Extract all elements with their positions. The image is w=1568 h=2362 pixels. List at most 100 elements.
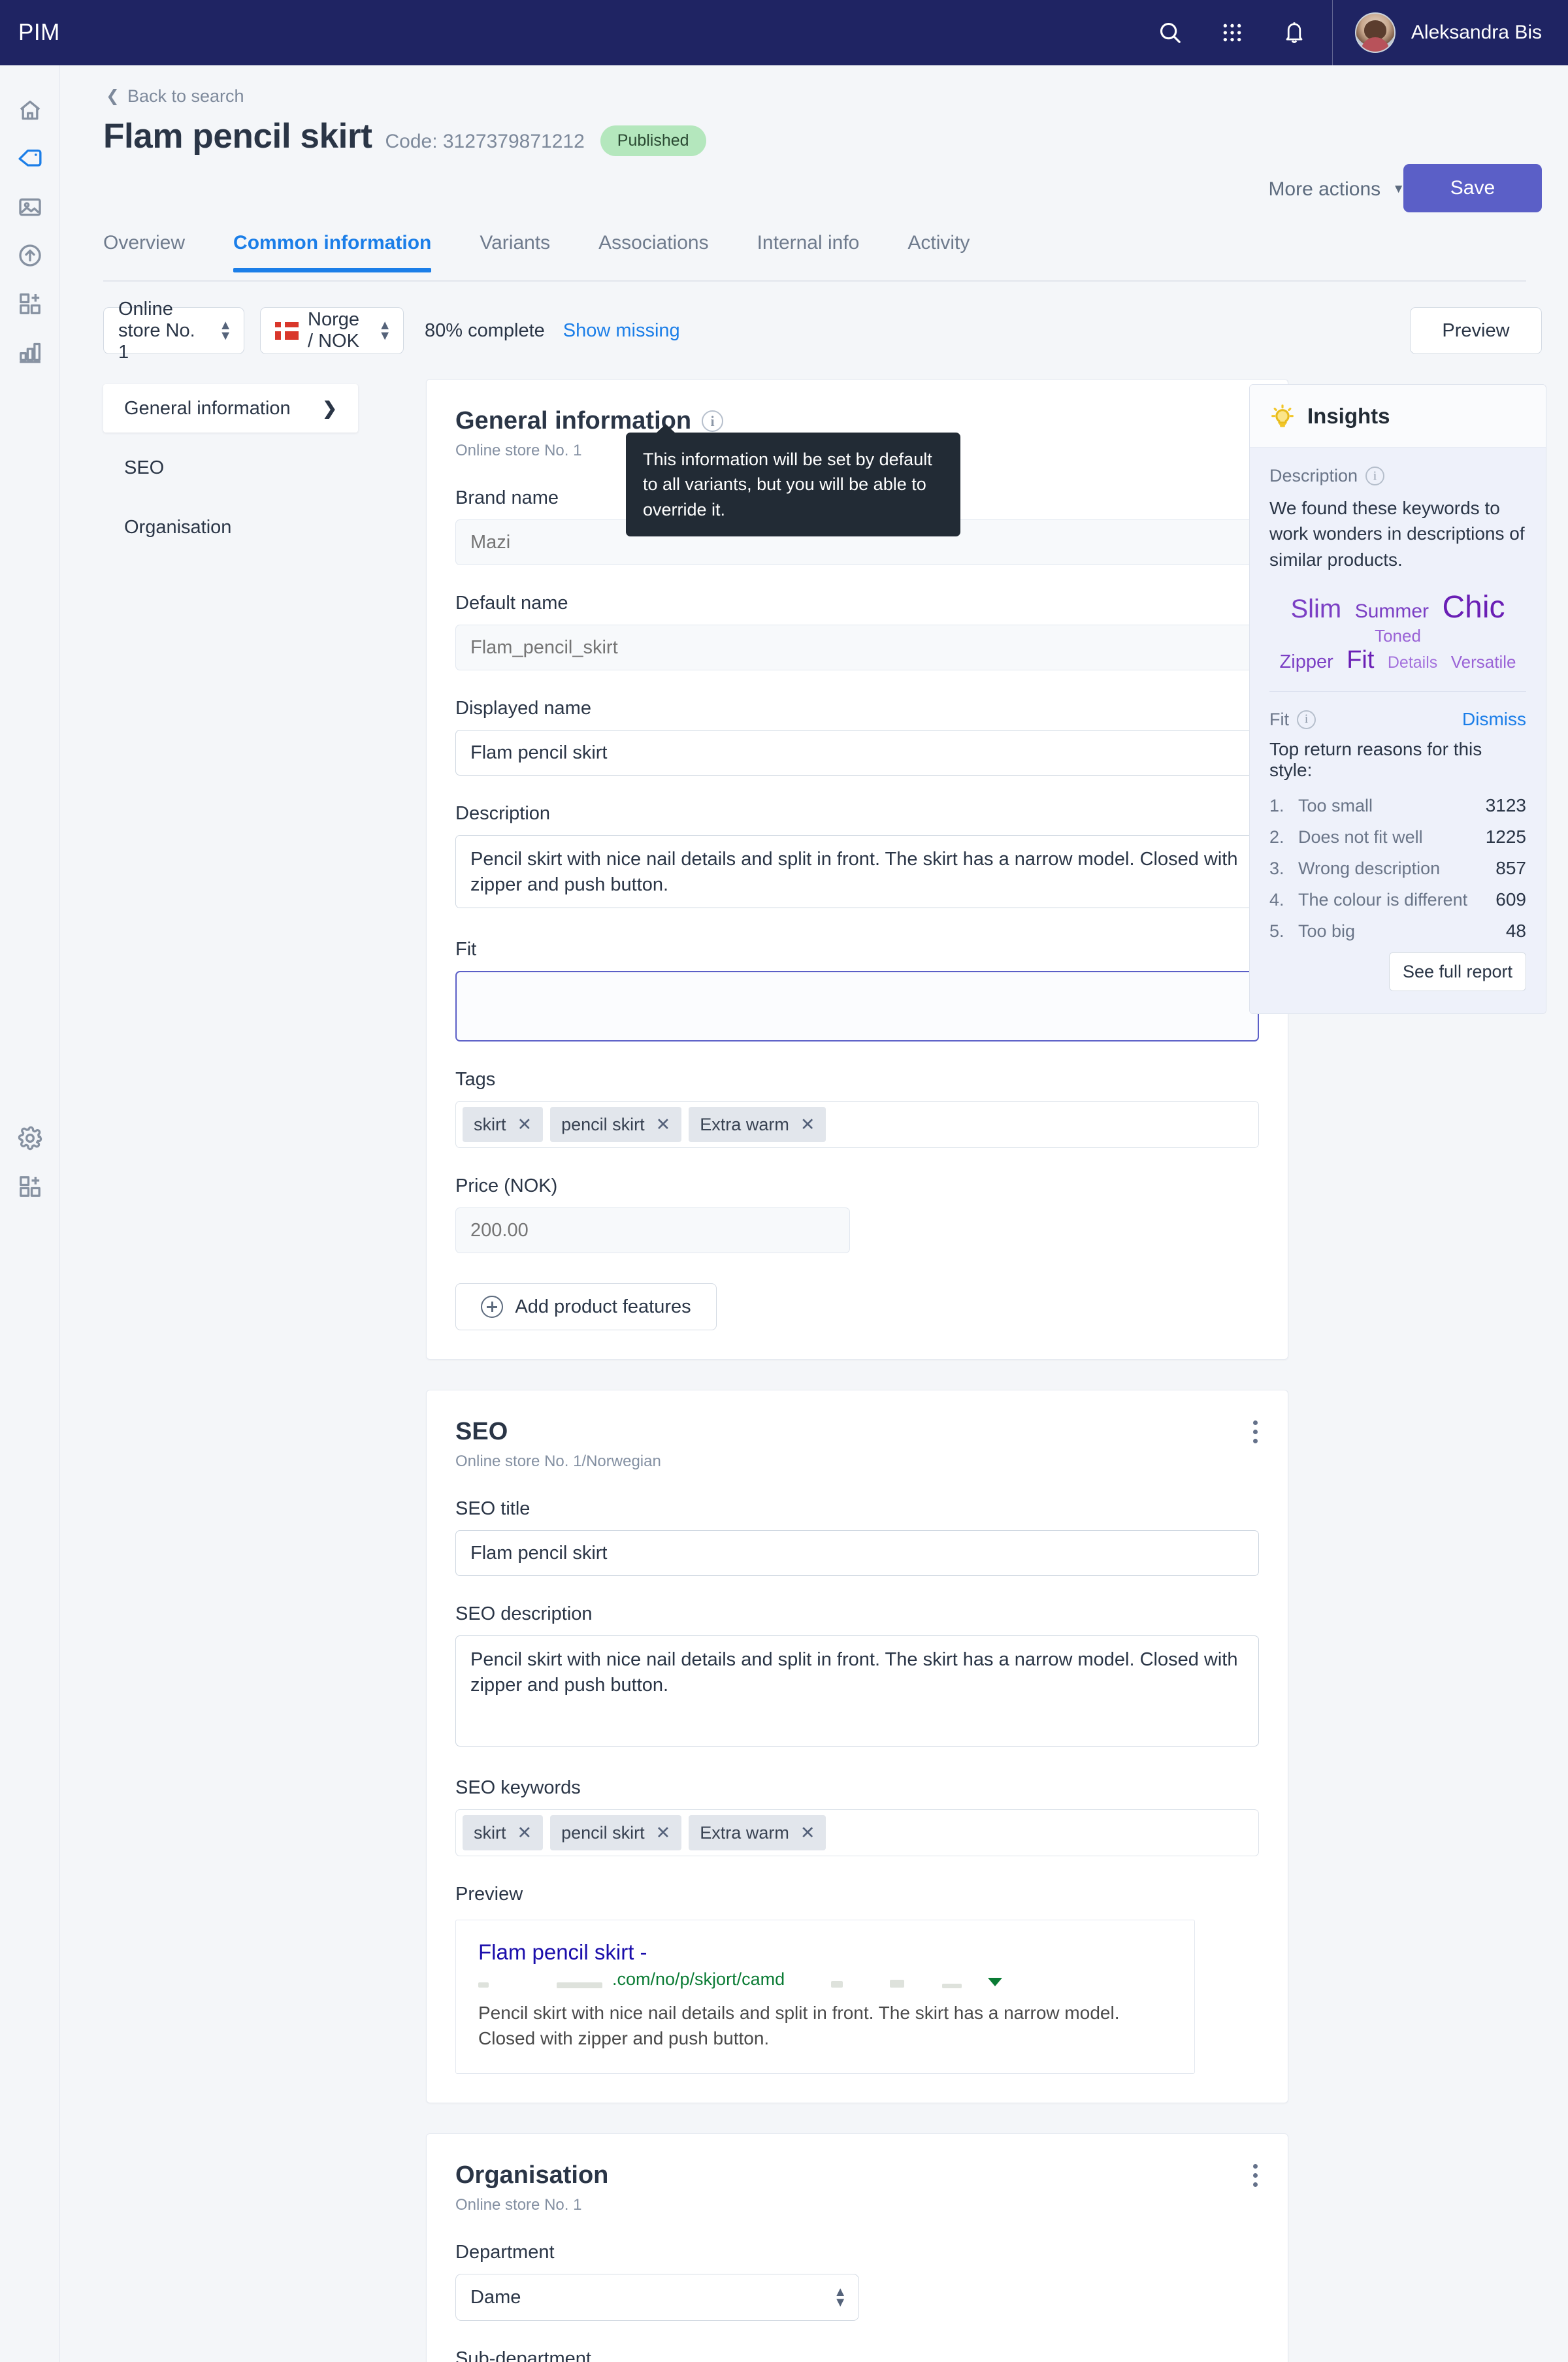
close-icon[interactable]: ✕ <box>800 1823 815 1843</box>
keyword-slim[interactable]: Slim <box>1290 595 1341 623</box>
bell-icon[interactable] <box>1264 0 1326 65</box>
preview-button[interactable]: Preview <box>1410 307 1542 354</box>
fit-label: Fit <box>455 939 1259 960</box>
tags-input[interactable]: skirt✕ pencil skirt✕ Extra warm✕ <box>455 1101 1259 1148</box>
tab-associations[interactable]: Associations <box>598 232 708 271</box>
apps-grid-icon[interactable] <box>1201 0 1264 65</box>
plus-circle-icon <box>481 1296 503 1318</box>
keyword-summer[interactable]: Summer <box>1355 600 1429 622</box>
seo-description-textarea[interactable] <box>455 1635 1259 1747</box>
main-column: General information i Online store No. 1… <box>426 379 1288 2362</box>
close-icon[interactable]: ✕ <box>800 1115 815 1135</box>
keyword-chic[interactable]: Chic <box>1443 590 1505 625</box>
tag-chip[interactable]: Extra warm✕ <box>689 1815 826 1850</box>
tag-chip[interactable]: skirt✕ <box>463 1107 543 1142</box>
back-to-search-link[interactable]: ❮ Back to search <box>106 86 244 107</box>
keyword-toned[interactable]: Toned <box>1375 626 1421 646</box>
add-product-features-button[interactable]: Add product features <box>455 1283 717 1330</box>
add-widget-icon <box>17 1173 43 1203</box>
sidebar-item-general-information[interactable]: General information ❯ <box>103 384 358 433</box>
close-icon[interactable]: ✕ <box>656 1823 671 1843</box>
rail-item-add-widget-bottom[interactable] <box>0 1164 60 1212</box>
seo-title-input[interactable] <box>455 1530 1259 1576</box>
tab-common-information[interactable]: Common information <box>233 232 431 271</box>
tab-internal-info[interactable]: Internal info <box>757 232 860 271</box>
snippet-dropdown-icon[interactable] <box>988 1978 1002 1986</box>
see-full-report-button[interactable]: See full report <box>1389 952 1526 991</box>
seo-keywords-input[interactable]: skirt ✕ pencil skirt✕ Extra warm✕ <box>455 1809 1259 1856</box>
snippet-title[interactable]: Flam pencil skirt - <box>478 1940 1172 1965</box>
tag-chip[interactable]: Extra warm✕ <box>689 1107 826 1142</box>
rail-item-home[interactable] <box>0 88 60 136</box>
rail-item-assets[interactable] <box>0 184 60 233</box>
product-code: Code: 3127379871212 <box>385 131 584 153</box>
keyword-zipper[interactable]: Zipper <box>1280 651 1333 672</box>
snippet-url: .com/no/p/skjort/camd <box>478 1969 1172 1995</box>
close-icon[interactable]: ✕ <box>517 1823 532 1843</box>
locale-select[interactable]: Norge / NOK ▲▼ <box>260 307 404 354</box>
locale-select-value: Norge / NOK <box>308 309 360 352</box>
organisation-title: Organisation <box>455 2161 608 2190</box>
tab-overview[interactable]: Overview <box>103 232 185 271</box>
insights-body: Description i We found these keywords to… <box>1250 448 1546 1013</box>
displayed-name-input[interactable] <box>455 730 1259 776</box>
scope-row: Online store No. 1 ▲▼ Norge / NOK ▲▼ 80%… <box>103 307 680 354</box>
page-content: ❮ Back to search Flam pencil skirt Code:… <box>60 65 1568 2362</box>
top-bar: PIM Aleksandra Bis <box>0 0 1568 65</box>
card-menu-button[interactable] <box>1249 2164 1262 2187</box>
spinner-arrows-icon: ▲▼ <box>201 320 232 342</box>
close-icon[interactable]: ✕ <box>517 1115 532 1135</box>
list-item: 2. Does not fit well 1225 <box>1269 827 1526 847</box>
department-label: Department <box>455 2242 1259 2263</box>
dismiss-link[interactable]: Dismiss <box>1462 709 1526 730</box>
department-select[interactable]: Dame ▲▼ <box>455 2274 859 2321</box>
rail-item-settings[interactable] <box>0 1115 60 1164</box>
rail-item-products[interactable] <box>0 136 60 184</box>
tag-chip[interactable]: pencil skirt✕ <box>550 1815 681 1850</box>
avatar <box>1355 12 1396 53</box>
price-input[interactable] <box>455 1207 850 1253</box>
info-icon[interactable]: i <box>702 410 723 432</box>
sidebar-item-organisation[interactable]: Organisation <box>103 503 358 551</box>
search-icon[interactable] <box>1139 0 1201 65</box>
tag-chip[interactable]: skirt ✕ <box>463 1815 543 1850</box>
reason-rank: 2. <box>1269 827 1298 847</box>
home-icon <box>17 97 43 127</box>
tag-label: skirt <box>474 1823 506 1843</box>
reason-rank: 1. <box>1269 796 1298 816</box>
user-menu[interactable]: Aleksandra Bis <box>1333 0 1568 65</box>
sidebar-item-label: SEO <box>124 457 164 479</box>
tab-activity[interactable]: Activity <box>907 232 970 271</box>
show-missing-link[interactable]: Show missing <box>563 320 680 342</box>
close-icon[interactable]: ✕ <box>656 1115 671 1135</box>
more-actions-button[interactable]: More actions ▼ <box>1268 178 1405 201</box>
tab-bar: Overview Common information Variants Ass… <box>103 232 1526 282</box>
seo-keywords-label: SEO keywords <box>455 1777 1259 1799</box>
save-button[interactable]: Save <box>1403 164 1542 212</box>
sidebar-item-seo[interactable]: SEO <box>103 444 358 492</box>
tab-variants[interactable]: Variants <box>480 232 550 271</box>
upload-circle-icon <box>17 242 43 272</box>
card-menu-button[interactable] <box>1249 1420 1262 1443</box>
tag-chip[interactable]: pencil skirt✕ <box>550 1107 681 1142</box>
spinner-arrows-icon: ▲▼ <box>360 320 391 342</box>
info-icon[interactable]: i <box>1365 467 1384 485</box>
fit-input[interactable] <box>455 971 1259 1042</box>
default-name-input[interactable] <box>455 625 1259 670</box>
rail-item-import[interactable] <box>0 233 60 281</box>
tags-label: Tags <box>455 1069 1259 1091</box>
reason-label: Wrong description <box>1298 859 1440 879</box>
department-value: Dame <box>470 2287 521 2308</box>
rail-item-analytics[interactable] <box>0 329 60 378</box>
keyword-versatile[interactable]: Versatile <box>1451 652 1516 672</box>
insights-description-copy: We found these keywords to work wonders … <box>1269 495 1526 572</box>
keyword-details[interactable]: Details <box>1388 653 1437 672</box>
reason-value: 857 <box>1495 858 1526 879</box>
rail-item-add-widget[interactable] <box>0 281 60 329</box>
keyword-fit[interactable]: Fit <box>1347 646 1374 674</box>
app-brand[interactable]: PIM <box>18 20 60 46</box>
store-select[interactable]: Online store No. 1 ▲▼ <box>103 307 244 354</box>
info-icon[interactable]: i <box>1297 710 1316 729</box>
insights-description-label: Description i <box>1269 466 1526 486</box>
description-textarea[interactable] <box>455 835 1259 908</box>
